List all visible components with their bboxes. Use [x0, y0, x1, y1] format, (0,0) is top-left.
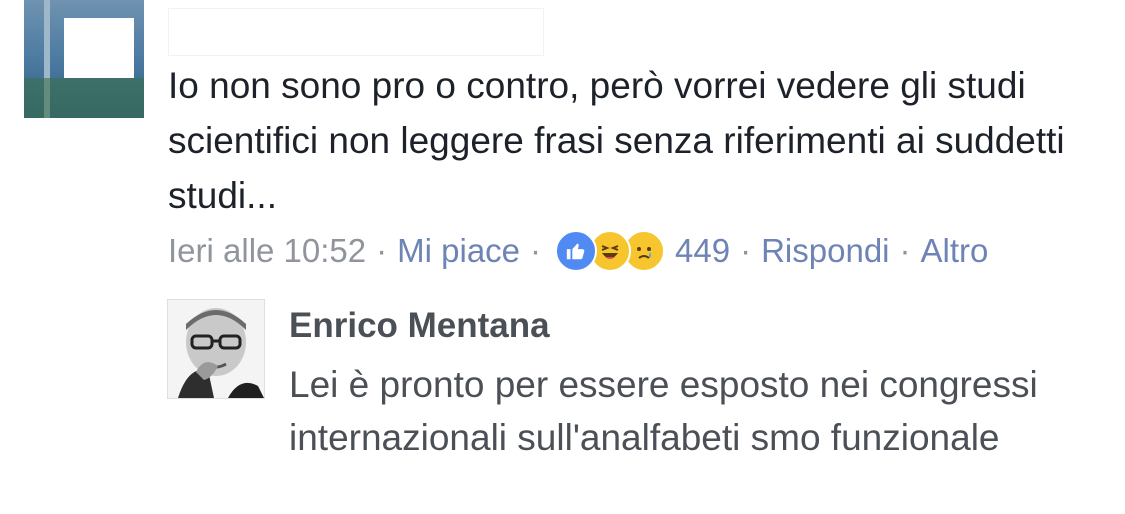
more-button[interactable]: Altro [921, 232, 989, 270]
comment-actions: Ieri alle 10:52 · Mi piace · 449 · Rispo… [168, 226, 988, 276]
redacted-author-name[interactable] [168, 8, 544, 56]
like-icon [555, 230, 598, 272]
comment-thread: Io non sono pro o contro, però vorrei ve… [0, 0, 1125, 514]
separator-dot: · [530, 232, 542, 269]
reply-author-name[interactable]: Enrico Mentana [289, 306, 550, 346]
portrait-icon [168, 300, 264, 398]
like-button[interactable]: Mi piace [397, 232, 520, 270]
separator-dot: · [899, 232, 911, 269]
reactions-summary[interactable] [555, 230, 666, 272]
separator-dot: · [740, 232, 752, 269]
reply-button[interactable]: Rispondi [761, 232, 889, 270]
commenter-avatar[interactable] [24, 0, 144, 118]
reply-text: Lei è pronto per essere esposto nei cong… [289, 364, 1038, 458]
avatar-background-detail [24, 78, 144, 118]
reaction-count[interactable]: 449 [675, 232, 730, 270]
avatar-redaction [64, 18, 134, 78]
comment-text: Io non sono pro o contro, però vorrei ve… [168, 65, 1065, 216]
separator-dot: · [376, 232, 388, 269]
comment-timestamp[interactable]: Ieri alle 10:52 [168, 232, 366, 270]
reply-author-avatar[interactable] [167, 299, 265, 399]
